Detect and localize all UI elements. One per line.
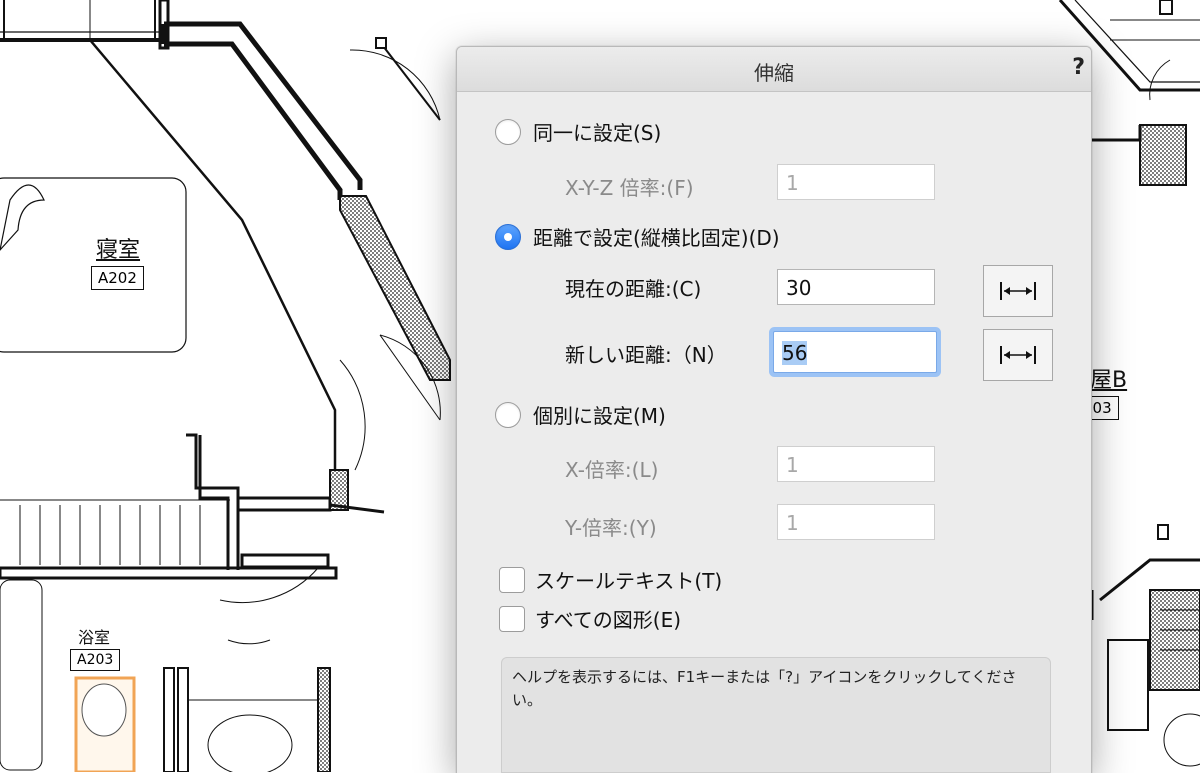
option-uniform-label: 同一に設定(S) (533, 121, 662, 145)
dialog-title: 伸縮 (754, 61, 794, 85)
xyz-scale-input[interactable]: 1 (777, 164, 935, 200)
room-name: 浴室 (78, 628, 111, 647)
radio-uniform[interactable] (495, 118, 521, 145)
current-distance-input[interactable]: 30 (777, 269, 935, 305)
y-scale-label: Y-倍率:(Y) (565, 516, 657, 540)
option-uniform[interactable]: 同一に設定(S) (495, 117, 661, 146)
new-distance-input[interactable]: 56 (773, 331, 937, 373)
current-distance-label: 現在の距離:(C) (565, 277, 702, 301)
option-distance-label: 距離で設定(縦横比固定)(D) (533, 226, 780, 250)
scale-text-label: スケールテキスト(T) (535, 569, 723, 593)
y-scale-input[interactable]: 1 (777, 504, 935, 540)
option-separate-label: 個別に設定(M) (533, 404, 666, 428)
room-tag: A203 (70, 649, 121, 671)
checkbox-all-objects[interactable] (499, 605, 525, 632)
x-scale-label: X-倍率:(L) (565, 458, 659, 482)
dimension-pick-icon (1000, 282, 1036, 300)
checkbox-row-all-objects[interactable]: すべての図形(E) (499, 604, 681, 633)
room-name: 寝室 (96, 238, 141, 263)
dialog-titlebar[interactable]: 伸縮 ? (457, 47, 1091, 92)
pick-current-distance-button[interactable] (983, 265, 1053, 317)
x-scale-input[interactable]: 1 (777, 446, 935, 482)
new-distance-label: 新しい距離:（N） (565, 343, 727, 367)
option-distance[interactable]: 距離で設定(縦横比固定)(D) (495, 222, 780, 251)
room-tag: A202 (91, 266, 144, 290)
room-label-bedroom: 寝室 (96, 232, 140, 264)
pick-new-distance-button[interactable] (983, 329, 1053, 381)
scale-dialog: 伸縮 ? 同一に設定(S) X-Y-Z 倍率:(F) 1 距離で設定(縦横比固定… (456, 46, 1092, 773)
radio-distance[interactable] (495, 223, 521, 250)
help-button[interactable]: ? (1072, 55, 1085, 80)
option-separate[interactable]: 個別に設定(M) (495, 400, 666, 429)
xyz-scale-label: X-Y-Z 倍率:(F) (565, 176, 694, 200)
room-label-bathroom: 浴室 (78, 624, 110, 648)
help-text-box: ヘルプを表示するには、F1キーまたは「?」アイコンをクリックしてください。 (501, 657, 1051, 773)
radio-separate[interactable] (495, 401, 521, 428)
all-objects-label: すべての図形(E) (535, 608, 682, 632)
checkbox-row-scale-text[interactable]: スケールテキスト(T) (499, 565, 722, 594)
new-distance-value: 56 (782, 341, 808, 365)
checkbox-scale-text[interactable] (499, 566, 525, 593)
dimension-pick-icon (1000, 346, 1036, 364)
